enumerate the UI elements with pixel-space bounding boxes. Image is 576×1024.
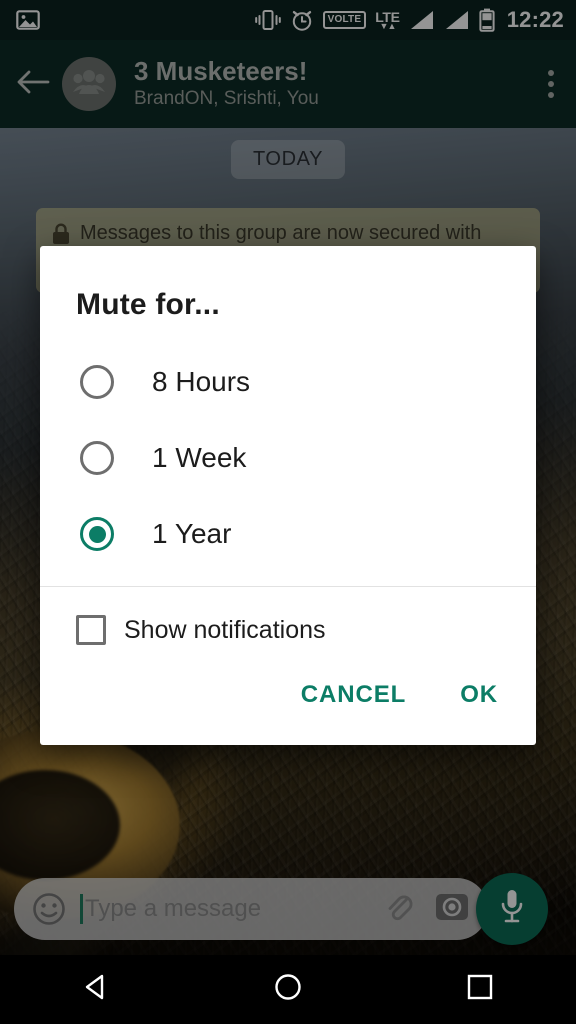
show-notifications-row[interactable]: Show notifications [40, 587, 536, 671]
mute-for-dialog: Mute for... 8 Hours 1 Week 1 Year Show n… [40, 246, 536, 745]
mute-duration-option-list: 8 Hours 1 Week 1 Year [40, 322, 536, 586]
nav-back-button[interactable] [51, 955, 141, 1024]
show-notifications-label: Show notifications [124, 615, 326, 644]
radio-inner-dot [88, 525, 106, 543]
mute-option-1-year[interactable]: 1 Year [40, 496, 536, 572]
mute-option-label: 8 Hours [152, 366, 251, 397]
mute-option-label: 1 Year [152, 518, 232, 549]
nav-home-button[interactable] [243, 955, 333, 1024]
cancel-button[interactable]: CANCEL [295, 671, 412, 719]
radio-button-unselected[interactable] [80, 441, 114, 475]
nav-recents-square-icon [466, 973, 494, 1006]
mute-option-8-hours[interactable]: 8 Hours [40, 344, 536, 420]
show-notifications-checkbox[interactable] [76, 615, 106, 645]
nav-back-triangle-icon [81, 972, 111, 1007]
mute-option-label: 1 Week [152, 442, 247, 473]
dialog-title: Mute for... [76, 288, 220, 321]
nav-home-circle-icon [273, 972, 303, 1007]
nav-recents-button[interactable] [435, 955, 525, 1024]
mute-option-1-week[interactable]: 1 Week [40, 420, 536, 496]
radio-button-unselected[interactable] [80, 365, 114, 399]
ok-button[interactable]: OK [454, 671, 504, 719]
system-navigation-bar [0, 955, 576, 1024]
dialog-actions: CANCEL OK [40, 671, 536, 745]
radio-button-selected[interactable] [80, 517, 114, 551]
